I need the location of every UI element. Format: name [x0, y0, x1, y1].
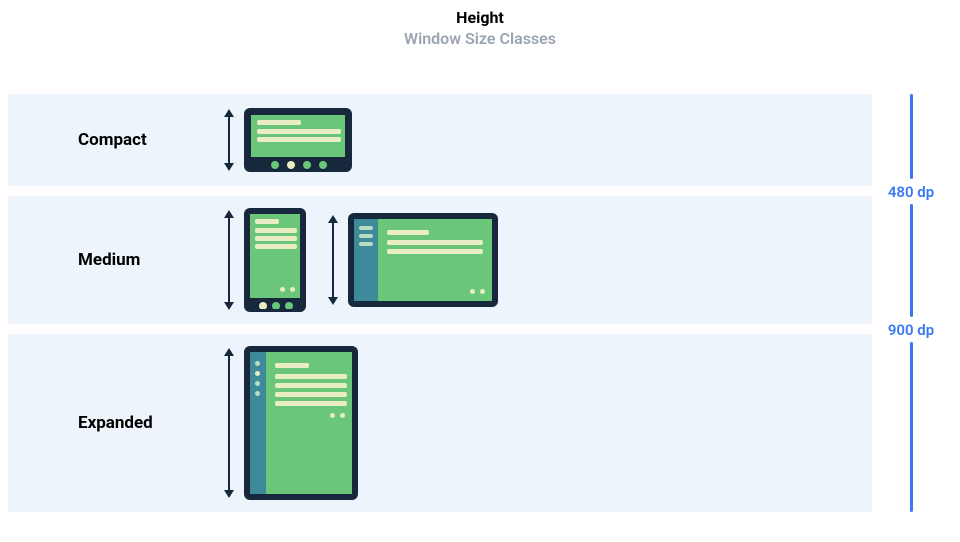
devices-compact [224, 108, 352, 172]
device-tablet-portrait [224, 346, 358, 500]
header: Height Window Size Classes [0, 0, 960, 48]
breakpoint-900: 900 dp [876, 319, 946, 341]
height-arrow-icon [224, 348, 234, 498]
label-medium: Medium [78, 250, 188, 270]
breakpoint-480: 480 dp [876, 181, 946, 203]
subtitle: Window Size Classes [0, 29, 960, 48]
devices-medium [224, 208, 498, 312]
device-phone-portrait [224, 208, 306, 312]
phone-portrait-icon [244, 208, 306, 312]
phone-landscape-icon [244, 108, 352, 172]
label-compact: Compact [78, 130, 188, 150]
class-rows: Compact Medium [8, 94, 872, 512]
devices-expanded [224, 346, 358, 500]
device-tablet-landscape [328, 213, 498, 307]
row-compact: Compact [8, 94, 872, 186]
tablet-portrait-icon [244, 346, 358, 500]
label-expanded: Expanded [78, 413, 188, 433]
title: Height [0, 8, 960, 27]
row-medium: Medium [8, 196, 872, 324]
tablet-landscape-icon [348, 213, 498, 307]
device-phone-landscape [224, 108, 352, 172]
height-arrow-icon [224, 210, 234, 310]
height-arrow-icon [328, 215, 338, 305]
height-arrow-icon [224, 109, 234, 171]
row-expanded: Expanded [8, 334, 872, 512]
